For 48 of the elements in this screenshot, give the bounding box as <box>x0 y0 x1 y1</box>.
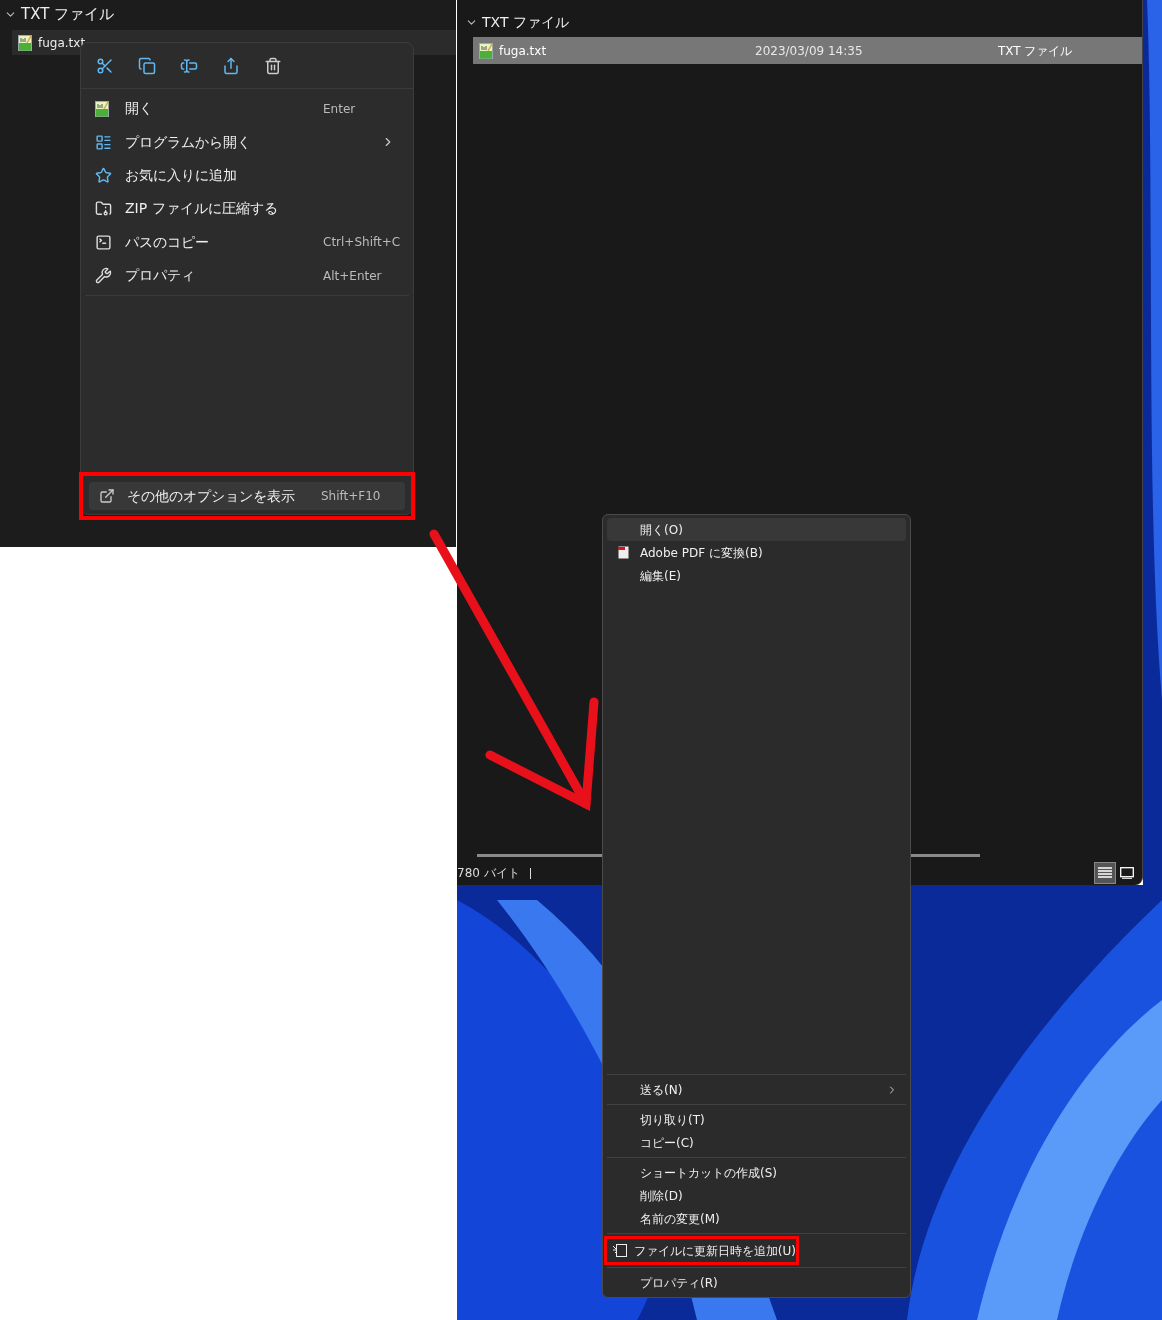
file-row[interactable]: fuga.txt 2023/03/09 14:35 TXT ファイル <box>473 37 1142 64</box>
monitor-icon <box>1120 867 1134 879</box>
menu-item[interactable]: 開く Enter <box>85 92 409 126</box>
status-text: 780 バイト <box>457 865 520 882</box>
shortcut-text: Alt+Enter <box>323 267 383 285</box>
shortcut-text: Shift+F10 <box>321 488 382 505</box>
trash-icon[interactable] <box>264 56 282 75</box>
file-name: fuga.txt <box>38 34 86 52</box>
wrench-icon <box>95 267 112 285</box>
shortcut-text: Enter <box>323 100 357 118</box>
group-header: TXT ファイル <box>21 4 115 26</box>
rename-icon[interactable] <box>180 56 198 75</box>
menu-item[interactable]: ZIP ファイルに圧縮する <box>85 192 409 226</box>
notepad-file-icon <box>95 100 109 117</box>
details-view-button[interactable] <box>1094 862 1116 884</box>
list-lines-icon <box>1098 867 1112 879</box>
menu-item[interactable]: 削除(D) <box>607 1184 906 1207</box>
menu-item[interactable]: プロパティ Alt+Enter <box>85 258 409 293</box>
group-header: TXT ファイル <box>482 12 569 32</box>
type-cell-text: TXT ファイル <box>998 42 1073 60</box>
open-with-icon <box>95 133 112 151</box>
menu-item[interactable]: 送る(N) <box>607 1078 906 1101</box>
menu-item[interactable]: パスのコピー Ctrl+Shift+C <box>85 225 409 259</box>
shortcut-text: Ctrl+Shift+C <box>323 234 399 252</box>
share-icon[interactable] <box>222 56 240 75</box>
menu-item[interactable]: 切り取り(T) <box>607 1108 906 1131</box>
menu-item[interactable]: Adobe PDF に変換(B) <box>607 541 906 564</box>
file-name: fuga.txt <box>499 42 547 60</box>
star-icon <box>95 166 112 184</box>
menu-item[interactable]: 開く(O) <box>607 518 906 541</box>
copy-icon[interactable] <box>138 56 156 75</box>
zip-folder-icon <box>95 200 112 218</box>
menu-item[interactable]: コピー(C) <box>607 1131 906 1154</box>
cut-icon[interactable] <box>96 56 114 75</box>
menu-item[interactable]: プロパティ(R) <box>607 1271 906 1294</box>
menu-item[interactable]: ファイルに更新日時を追加(U) <box>607 1239 796 1262</box>
pdf-file-icon <box>618 546 629 559</box>
menu-item[interactable]: 編集(E) <box>607 564 906 587</box>
menu-item[interactable]: お気に入りに追加 <box>85 158 409 193</box>
menu-item[interactable]: プログラムから開く <box>85 125 409 159</box>
date-cell-text: 2023/03/09 14:35 <box>755 42 864 60</box>
path-copy-icon <box>95 233 112 251</box>
menu-item[interactable]: その他のオプションを表示 Shift+F10 <box>89 482 405 510</box>
menu-item[interactable]: ショートカットの作成(S) <box>607 1161 906 1184</box>
notepad-file-icon <box>18 34 32 51</box>
expand-icon <box>99 488 115 504</box>
notepad-file-icon <box>479 42 493 59</box>
menu-item[interactable]: 名前の変更(M) <box>607 1207 906 1230</box>
